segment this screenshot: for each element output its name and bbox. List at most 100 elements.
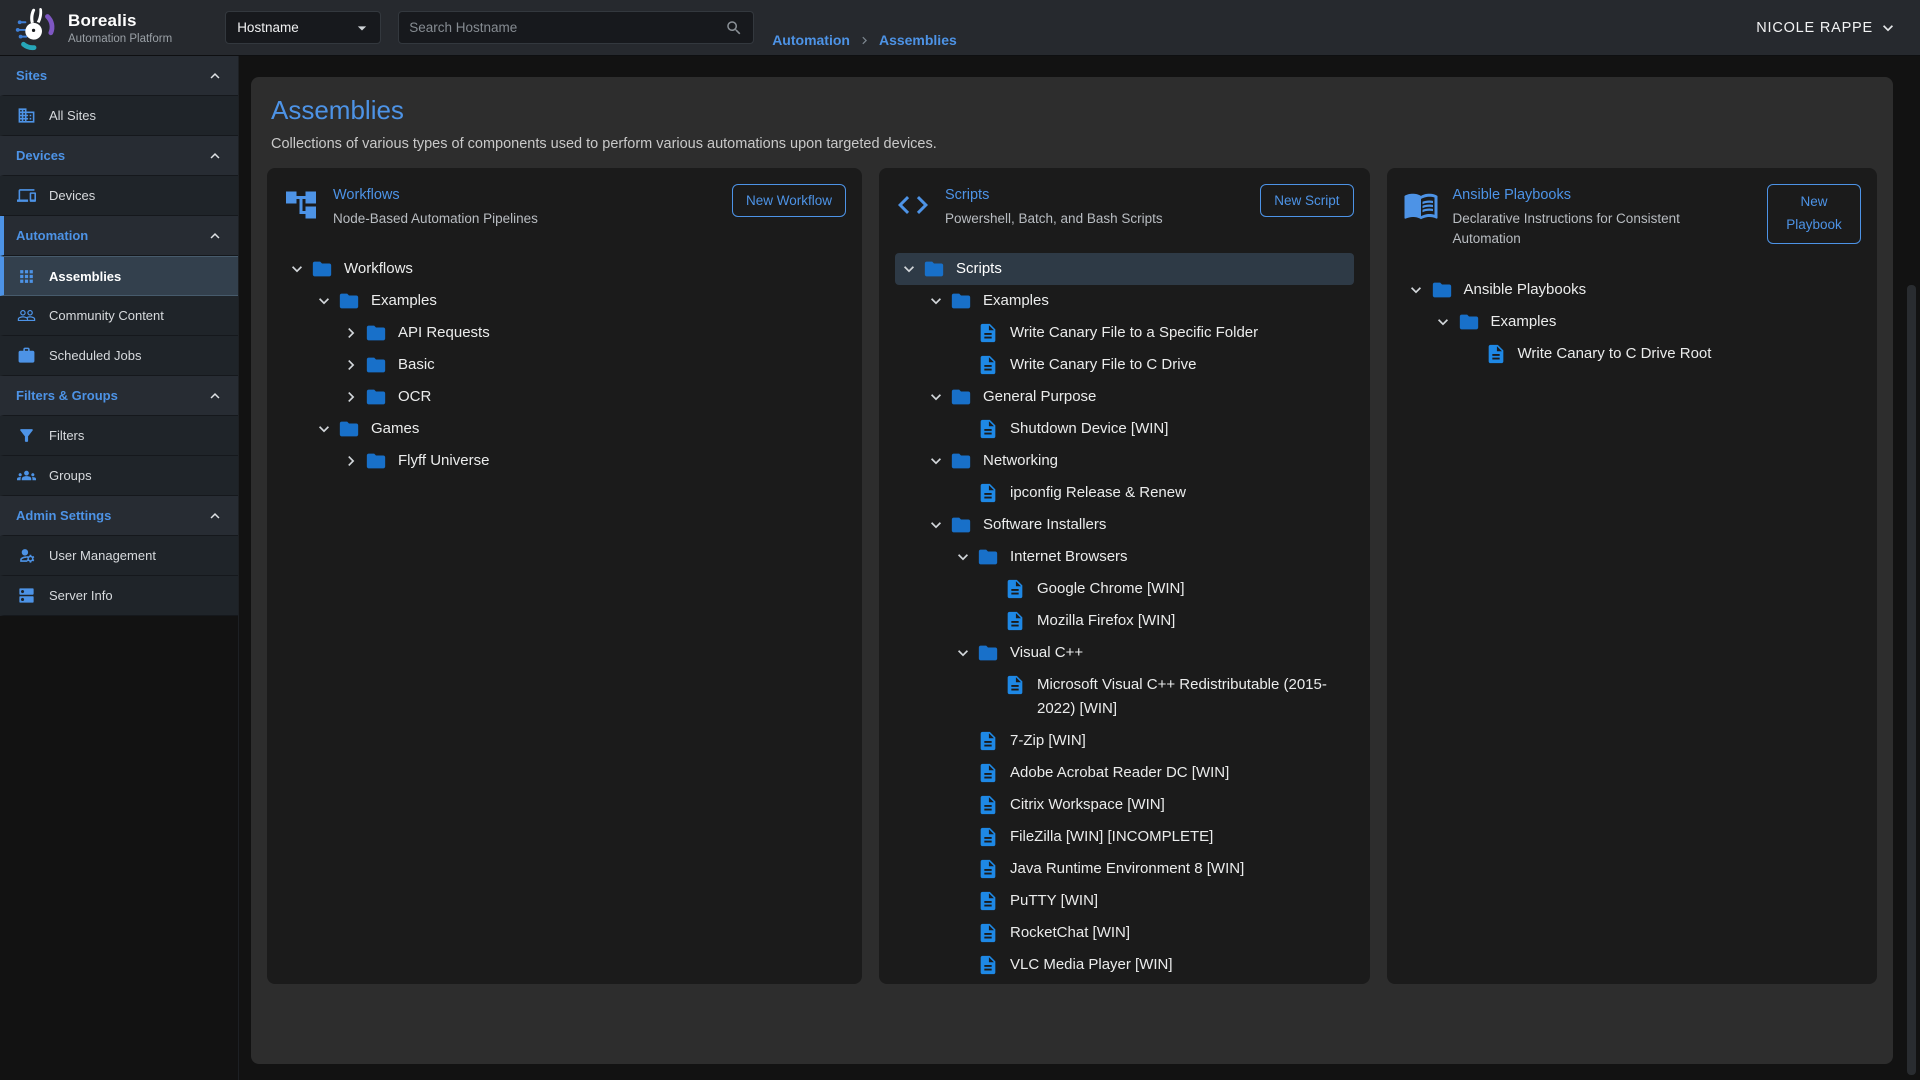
- tree-node-shutdown-device-win[interactable]: Shutdown Device [WIN]: [895, 413, 1354, 445]
- chevron-down-icon[interactable]: [949, 545, 976, 569]
- sidebar-item-community-content[interactable]: Community Content: [0, 296, 238, 336]
- tree-node-games[interactable]: Games: [283, 413, 846, 445]
- tree-node-filezilla-win-incomplete[interactable]: FileZilla [WIN] [INCOMPLETE]: [895, 821, 1354, 853]
- sidebar-section-sites[interactable]: Sites: [0, 56, 238, 96]
- folder-icon: [923, 258, 945, 280]
- tree-node-mozilla-firefox-win[interactable]: Mozilla Firefox [WIN]: [895, 605, 1354, 637]
- tree-node-examples[interactable]: Examples: [895, 285, 1354, 317]
- user-menu[interactable]: NICOLE RAPPE: [1756, 18, 1898, 38]
- chevron-down-icon[interactable]: [949, 641, 976, 665]
- tree-node-examples[interactable]: Examples: [1403, 306, 1862, 338]
- tree-node-flyff-universe[interactable]: Flyff Universe: [283, 445, 846, 477]
- panel-titles: Scripts Powershell, Batch, and Bash Scri…: [945, 184, 1238, 229]
- chevron-down-icon[interactable]: [895, 257, 922, 281]
- tree-node-software-installers[interactable]: Software Installers: [895, 509, 1354, 541]
- tree-node-vlc-media-player-win[interactable]: VLC Media Player [WIN]: [895, 949, 1354, 981]
- hostname-select[interactable]: Hostname: [225, 11, 381, 44]
- chevron-right-icon: [341, 355, 361, 375]
- file-icon: [977, 322, 999, 344]
- chevron-down-icon[interactable]: [922, 385, 949, 409]
- chevron-right-icon: [341, 323, 361, 343]
- chevron-down-icon[interactable]: [922, 289, 949, 313]
- chevron-spacer: [949, 793, 976, 817]
- tree-node-networking[interactable]: Networking: [895, 445, 1354, 477]
- scrollbar-thumb[interactable]: [1907, 285, 1916, 1075]
- tree-node-microsoft-visual-c-redistributable-2015-2022-win[interactable]: Microsoft Visual C++ Redistributable (20…: [895, 669, 1354, 725]
- search-input[interactable]: [409, 20, 725, 35]
- chevron-right-icon[interactable]: [337, 321, 364, 345]
- hostname-search: [398, 11, 754, 44]
- sidebar-item-assemblies[interactable]: Assemblies: [0, 256, 238, 296]
- tree-node-write-canary-file-to-a-specific-folder[interactable]: Write Canary File to a Specific Folder: [895, 317, 1354, 349]
- chevron-right-icon[interactable]: [337, 385, 364, 409]
- sidebar-item-devices[interactable]: Devices: [0, 176, 238, 216]
- chevron-down-icon[interactable]: [922, 513, 949, 537]
- tree-node-7-zip-win[interactable]: 7-Zip [WIN]: [895, 725, 1354, 757]
- tree-node-internet-browsers[interactable]: Internet Browsers: [895, 541, 1354, 573]
- sidebar-item-all-sites[interactable]: All Sites: [0, 96, 238, 136]
- sidebar-section-filters-groups[interactable]: Filters & Groups: [0, 376, 238, 416]
- sidebar-item-filters[interactable]: Filters: [0, 416, 238, 456]
- file-icon: [977, 858, 999, 880]
- tree-node-workflows[interactable]: Workflows: [283, 253, 846, 285]
- sidebar: SitesAll SitesDevicesDevicesAutomationAs…: [0, 56, 239, 1080]
- folder-icon: [976, 545, 1000, 569]
- tree-node-visual-c[interactable]: Visual C++: [895, 637, 1354, 669]
- tree-node-label: Citrix Workspace [WIN]: [1010, 793, 1165, 817]
- tree-node-ansible-playbooks[interactable]: Ansible Playbooks: [1403, 274, 1862, 306]
- breadcrumb-automation[interactable]: Automation: [772, 32, 850, 48]
- chevron-down-icon[interactable]: [283, 257, 310, 281]
- tree-node-general-purpose[interactable]: General Purpose: [895, 381, 1354, 413]
- tree-node-ocr[interactable]: OCR: [283, 381, 846, 413]
- sidebar-section-automation[interactable]: Automation: [0, 216, 238, 256]
- chevron-right-icon[interactable]: [337, 449, 364, 473]
- breadcrumb-assemblies[interactable]: Assemblies: [879, 32, 957, 48]
- chevron-spacer: [949, 321, 976, 345]
- tree-node-citrix-workspace-win[interactable]: Citrix Workspace [WIN]: [895, 789, 1354, 821]
- chevron-spacer: [949, 825, 976, 849]
- panel-scripts: Scripts Powershell, Batch, and Bash Scri…: [879, 168, 1370, 984]
- chevron-down-icon[interactable]: [1403, 278, 1430, 302]
- tree-node-label: PuTTY [WIN]: [1010, 889, 1098, 913]
- tree-node-examples[interactable]: Examples: [283, 285, 846, 317]
- sidebar-item-server-info[interactable]: Server Info: [0, 576, 238, 616]
- hostname-select-value: Hostname: [237, 20, 299, 35]
- file-icon: [1003, 609, 1027, 633]
- sidebar-item-user-management[interactable]: User Management: [0, 536, 238, 576]
- new-workflow-button[interactable]: New Workflow: [732, 184, 846, 217]
- folder-icon: [337, 417, 361, 441]
- groups-icon: [17, 466, 36, 485]
- tree-node-label: API Requests: [398, 321, 490, 345]
- tree-node-adobe-acrobat-reader-dc-win[interactable]: Adobe Acrobat Reader DC [WIN]: [895, 757, 1354, 789]
- sidebar-section-devices[interactable]: Devices: [0, 136, 238, 176]
- tree-node-basic[interactable]: Basic: [283, 349, 846, 381]
- chevron-down-icon[interactable]: [310, 289, 337, 313]
- tree-node-rocketchat-win[interactable]: RocketChat [WIN]: [895, 917, 1354, 949]
- tree-node-google-chrome-win[interactable]: Google Chrome [WIN]: [895, 573, 1354, 605]
- chevron-right-icon: [341, 387, 361, 407]
- new-playbook-button[interactable]: New Playbook: [1767, 184, 1861, 244]
- chevron-down-icon[interactable]: [1430, 310, 1457, 334]
- tree-node-api-requests[interactable]: API Requests: [283, 317, 846, 349]
- sidebar-item-groups[interactable]: Groups: [0, 456, 238, 496]
- tree-node-scripts[interactable]: Scripts: [895, 253, 1354, 285]
- tree-node-write-canary-to-c-drive-root[interactable]: Write Canary to C Drive Root: [1403, 338, 1862, 370]
- tree-node-putty-win[interactable]: PuTTY [WIN]: [895, 885, 1354, 917]
- chevron-down-icon[interactable]: [922, 449, 949, 473]
- new-script-button[interactable]: New Script: [1260, 184, 1353, 217]
- panel-titles: Workflows Node-Based Automation Pipeline…: [333, 184, 710, 229]
- chevron-down-icon[interactable]: [310, 417, 337, 441]
- chevron-spacer: [976, 577, 1003, 601]
- folder-icon: [1458, 311, 1480, 333]
- sidebar-item-label: Scheduled Jobs: [49, 348, 142, 363]
- tree-node-ipconfig-release-renew[interactable]: ipconfig Release & Renew: [895, 477, 1354, 509]
- tree-node-java-runtime-environment-8-win[interactable]: Java Runtime Environment 8 [WIN]: [895, 853, 1354, 885]
- sidebar-section-label: Devices: [16, 148, 65, 163]
- sidebar-section-admin-settings[interactable]: Admin Settings: [0, 496, 238, 536]
- borealis-logo: [12, 5, 58, 51]
- tree-node-write-canary-file-to-c-drive[interactable]: Write Canary File to C Drive: [895, 349, 1354, 381]
- sidebar-item-scheduled-jobs[interactable]: Scheduled Jobs: [0, 336, 238, 376]
- chevron-right-icon[interactable]: [337, 353, 364, 377]
- chevron-down-icon: [1406, 280, 1426, 300]
- grid-icon: [17, 267, 36, 286]
